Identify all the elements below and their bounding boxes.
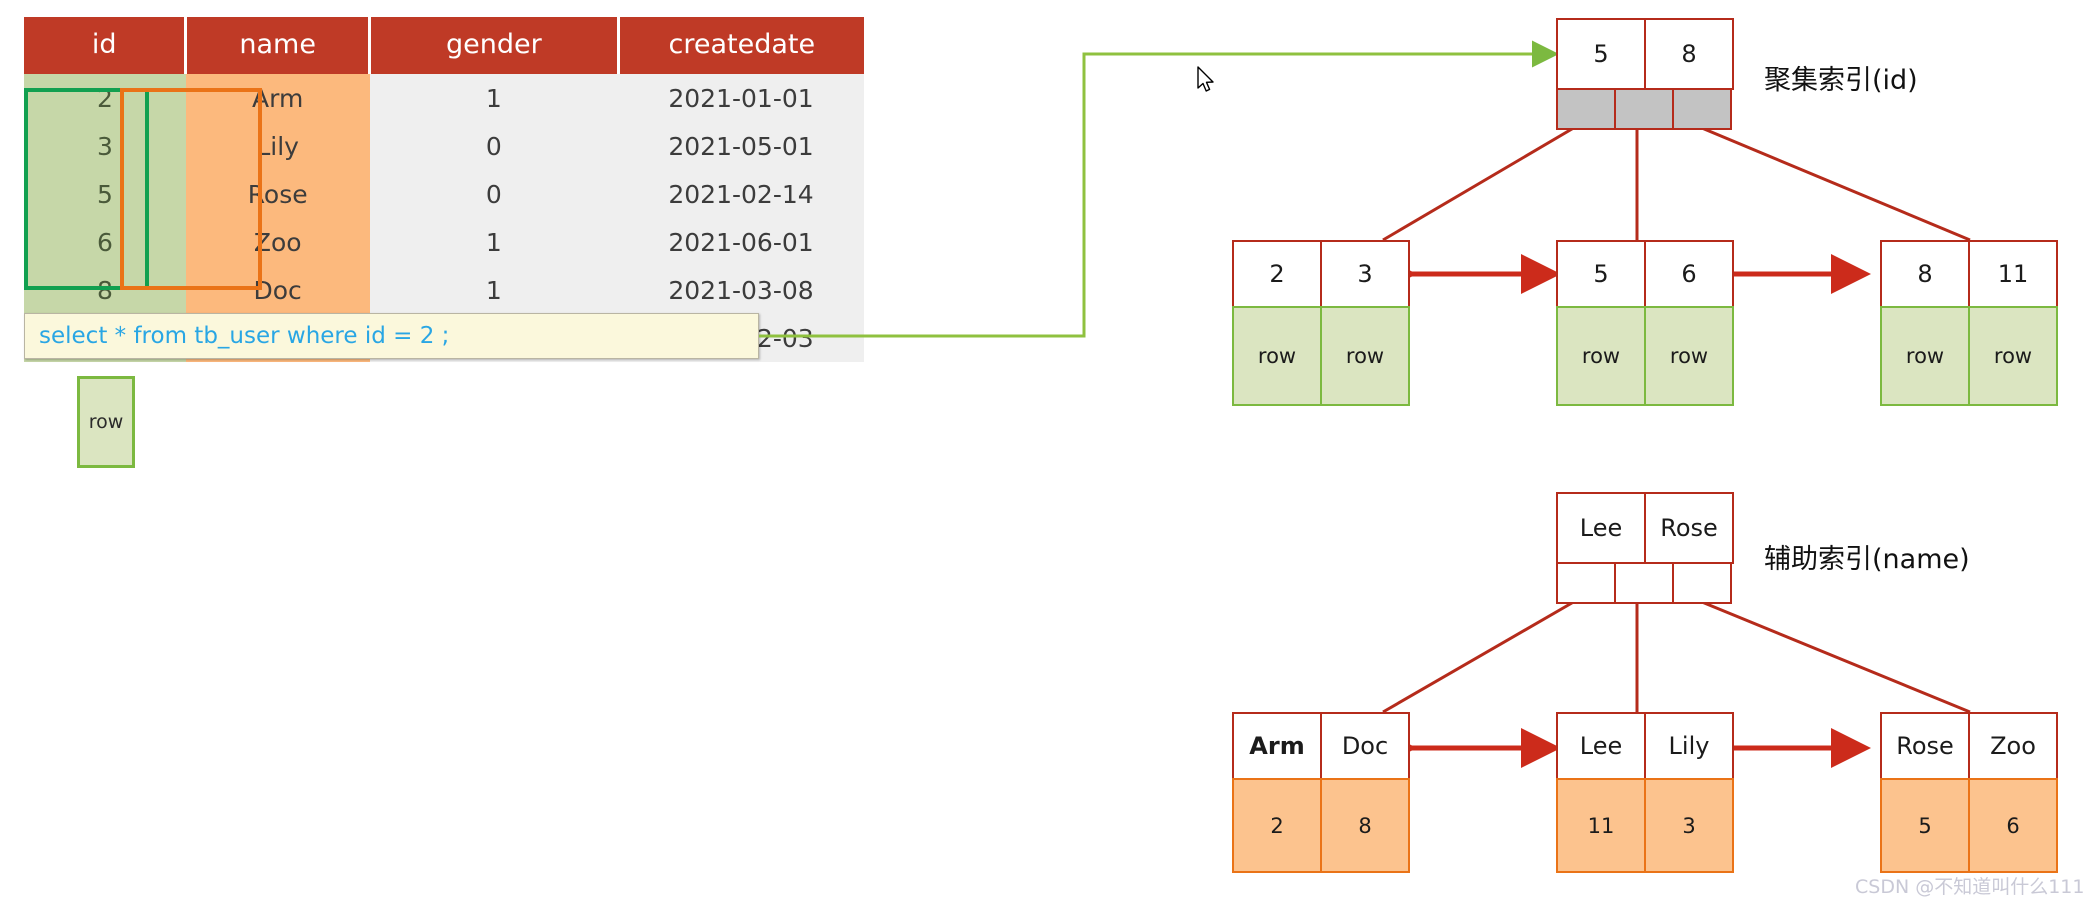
cell-name: Lily <box>185 122 370 170</box>
sql-query-text: select * from tb_user where id = 2 ; <box>39 323 450 349</box>
clustered-index-leaf-node: 2 3 row row <box>1232 240 1412 406</box>
clustered-index-links <box>1382 124 1971 242</box>
node-row-data: row <box>1232 306 1322 406</box>
node-pointer <box>1614 562 1674 604</box>
query-result-row: row <box>77 376 135 468</box>
table-header-row: id name gender createdate <box>24 17 864 74</box>
table-row: 8 Doc 1 2021-03-08 <box>24 266 864 314</box>
node-key: Doc <box>1320 712 1410 780</box>
cell-id: 2 <box>24 74 186 122</box>
cell-createdate: 2021-03-08 <box>618 266 864 314</box>
node-pk-data: 11 <box>1556 778 1646 873</box>
mouse-pointer-icon <box>1197 66 1214 92</box>
secondary-index-root-node: Lee Rose <box>1556 492 1736 604</box>
cell-createdate: 2021-06-01 <box>618 218 864 266</box>
node-key: 3 <box>1320 240 1410 308</box>
node-row-data: row <box>1556 306 1646 406</box>
node-row-data: row <box>1644 306 1734 406</box>
node-key: 11 <box>1968 240 2058 308</box>
result-row-label: row <box>88 411 124 433</box>
node-key: Rose <box>1644 492 1734 564</box>
node-key: 6 <box>1644 240 1734 308</box>
cell-createdate: 2021-02-14 <box>618 170 864 218</box>
cell-gender: 0 <box>369 170 619 218</box>
node-key: Lee <box>1556 712 1646 780</box>
node-pointer <box>1672 562 1732 604</box>
node-key: Lee <box>1556 492 1646 564</box>
sql-query-box[interactable]: select * from tb_user where id = 2 ; <box>24 313 759 359</box>
clustered-index-leaf-node: 5 6 row row <box>1556 240 1736 406</box>
node-pk-data: 3 <box>1644 778 1734 873</box>
column-header-createdate: createdate <box>618 17 864 74</box>
node-row-data: row <box>1968 306 2058 406</box>
node-key: 8 <box>1644 18 1734 90</box>
node-pointer <box>1556 562 1616 604</box>
cell-name: Zoo <box>185 218 370 266</box>
secondary-index-leaf-node: Arm Doc 2 8 <box>1232 712 1412 873</box>
cell-gender: 1 <box>369 74 619 122</box>
cell-createdate: 2021-01-01 <box>618 74 864 122</box>
column-header-id: id <box>24 17 188 74</box>
node-pointer <box>1556 88 1616 130</box>
node-pointer <box>1614 88 1674 130</box>
cell-gender: 1 <box>369 218 619 266</box>
table-row: 3 Lily 0 2021-05-01 <box>24 122 864 170</box>
node-pk-data: 6 <box>1968 778 2058 873</box>
cell-id: 5 <box>24 170 186 218</box>
clustered-index-root-node: 5 8 <box>1556 18 1736 130</box>
cell-name: Rose <box>185 170 370 218</box>
query-flow-arrow <box>759 40 1559 338</box>
node-key: 5 <box>1556 18 1646 90</box>
node-key: Arm <box>1232 712 1322 780</box>
node-key: 5 <box>1556 240 1646 308</box>
node-key: Zoo <box>1968 712 2058 780</box>
clustered-index-label: 聚集索引(id) <box>1764 65 1918 96</box>
secondary-index-label: 辅助索引(name) <box>1764 544 1970 575</box>
node-key: Rose <box>1880 712 1970 780</box>
node-key: Lily <box>1644 712 1734 780</box>
cell-id: 3 <box>24 122 186 170</box>
column-header-gender: gender <box>369 17 620 74</box>
node-pk-data: 5 <box>1880 778 1970 873</box>
csdn-watermark: CSDN @不知道叫什么111 <box>1855 876 2085 898</box>
secondary-index-leaf-node: Lee Lily 11 3 <box>1556 712 1736 873</box>
cell-name: Arm <box>185 74 370 122</box>
table-row: 6 Zoo 1 2021-06-01 <box>24 218 864 266</box>
node-pointer <box>1672 88 1732 130</box>
node-key: 2 <box>1232 240 1322 308</box>
secondary-index-links <box>1382 598 1971 714</box>
cell-name: Doc <box>185 266 370 314</box>
node-pk-data: 8 <box>1320 778 1410 873</box>
node-pk-data: 2 <box>1232 778 1322 873</box>
table-row: 2 Arm 1 2021-01-01 <box>24 74 864 122</box>
column-header-name: name <box>185 17 372 74</box>
cell-gender: 0 <box>369 122 619 170</box>
node-key: 8 <box>1880 240 1970 308</box>
cell-id: 8 <box>24 266 186 314</box>
clustered-index-leaf-node: 8 11 row row <box>1880 240 2060 406</box>
table-row: 5 Rose 0 2021-02-14 <box>24 170 864 218</box>
secondary-index-leaf-node: Rose Zoo 5 6 <box>1880 712 2060 873</box>
cell-createdate: 2021-05-01 <box>618 122 864 170</box>
user-data-table: id name gender createdate 2 Arm 1 2021-0… <box>24 17 864 362</box>
cell-id: 6 <box>24 218 186 266</box>
node-row-data: row <box>1880 306 1970 406</box>
cell-gender: 1 <box>369 266 619 314</box>
node-row-data: row <box>1320 306 1410 406</box>
